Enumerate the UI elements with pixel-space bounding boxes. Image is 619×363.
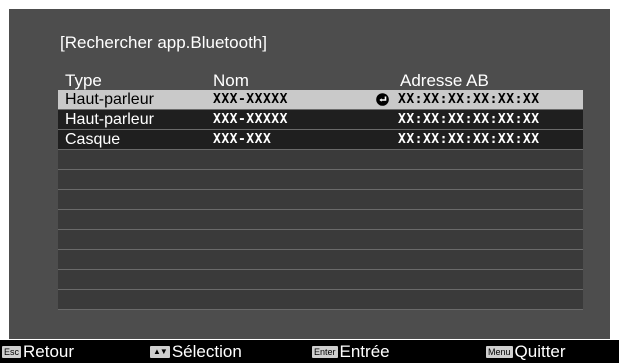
empty-row [58,250,583,270]
device-name: XXX-XXXXX [213,92,288,107]
device-row[interactable]: Casque XXX-XXX XX:XX:XX:XX:XX:XX [58,130,583,150]
table-header: Type Nom Adresse AB [58,71,583,90]
device-address: XX:XX:XX:XX:XX:XX [398,112,540,127]
column-header-type: Type [65,71,102,90]
device-address: XX:XX:XX:XX:XX:XX [398,92,540,107]
device-name: XXX-XXXXX [213,112,288,127]
dialog-title: [Rechercher app.Bluetooth] [60,33,267,52]
enter-key-icon: Enter [312,346,338,358]
select-hint[interactable]: ▲▼ Sélection [150,342,242,362]
enter-label: Entrée [339,342,390,361]
bluetooth-search-screen: [Rechercher app.Bluetooth] Type Nom Adre… [9,9,610,339]
device-row[interactable]: Haut-parleur XXX-XXXXX XX:XX:XX:XX:XX:XX [58,110,583,130]
esc-key-icon: Esc [2,346,22,358]
device-address: XX:XX:XX:XX:XX:XX [398,132,540,147]
up-down-arrows-icon: ▲▼ [150,346,170,358]
device-table: Type Nom Adresse AB Haut-parleur XXX-XXX… [58,71,583,310]
select-label: Sélection [171,342,242,361]
back-label: Retour [23,342,75,361]
key-hint-bar: Esc Retour ▲▼ Sélection Enter Entrée Men… [0,340,619,363]
empty-row [58,230,583,250]
device-type: Casque [65,131,121,148]
empty-row [58,170,583,190]
enter-hint[interactable]: Enter Entrée [312,342,390,362]
empty-row [58,270,583,290]
return-arrow-icon [376,93,389,106]
device-type: Haut-parleur [65,111,154,128]
quit-hint[interactable]: Menu Quitter [486,342,566,362]
column-header-address: Adresse AB [400,71,489,90]
back-hint[interactable]: Esc Retour [2,342,74,362]
device-name: XXX-XXX [213,132,272,147]
quit-label: Quitter [514,342,566,361]
empty-row [58,190,583,210]
column-header-name: Nom [213,71,249,90]
device-type: Haut-parleur [65,91,154,108]
device-row[interactable]: Haut-parleur XXX-XXXXX XX:XX:XX:XX:XX:XX [58,90,583,110]
menu-key-icon: Menu [486,346,513,358]
empty-row [58,210,583,230]
empty-row [58,290,583,310]
empty-row [58,150,583,170]
